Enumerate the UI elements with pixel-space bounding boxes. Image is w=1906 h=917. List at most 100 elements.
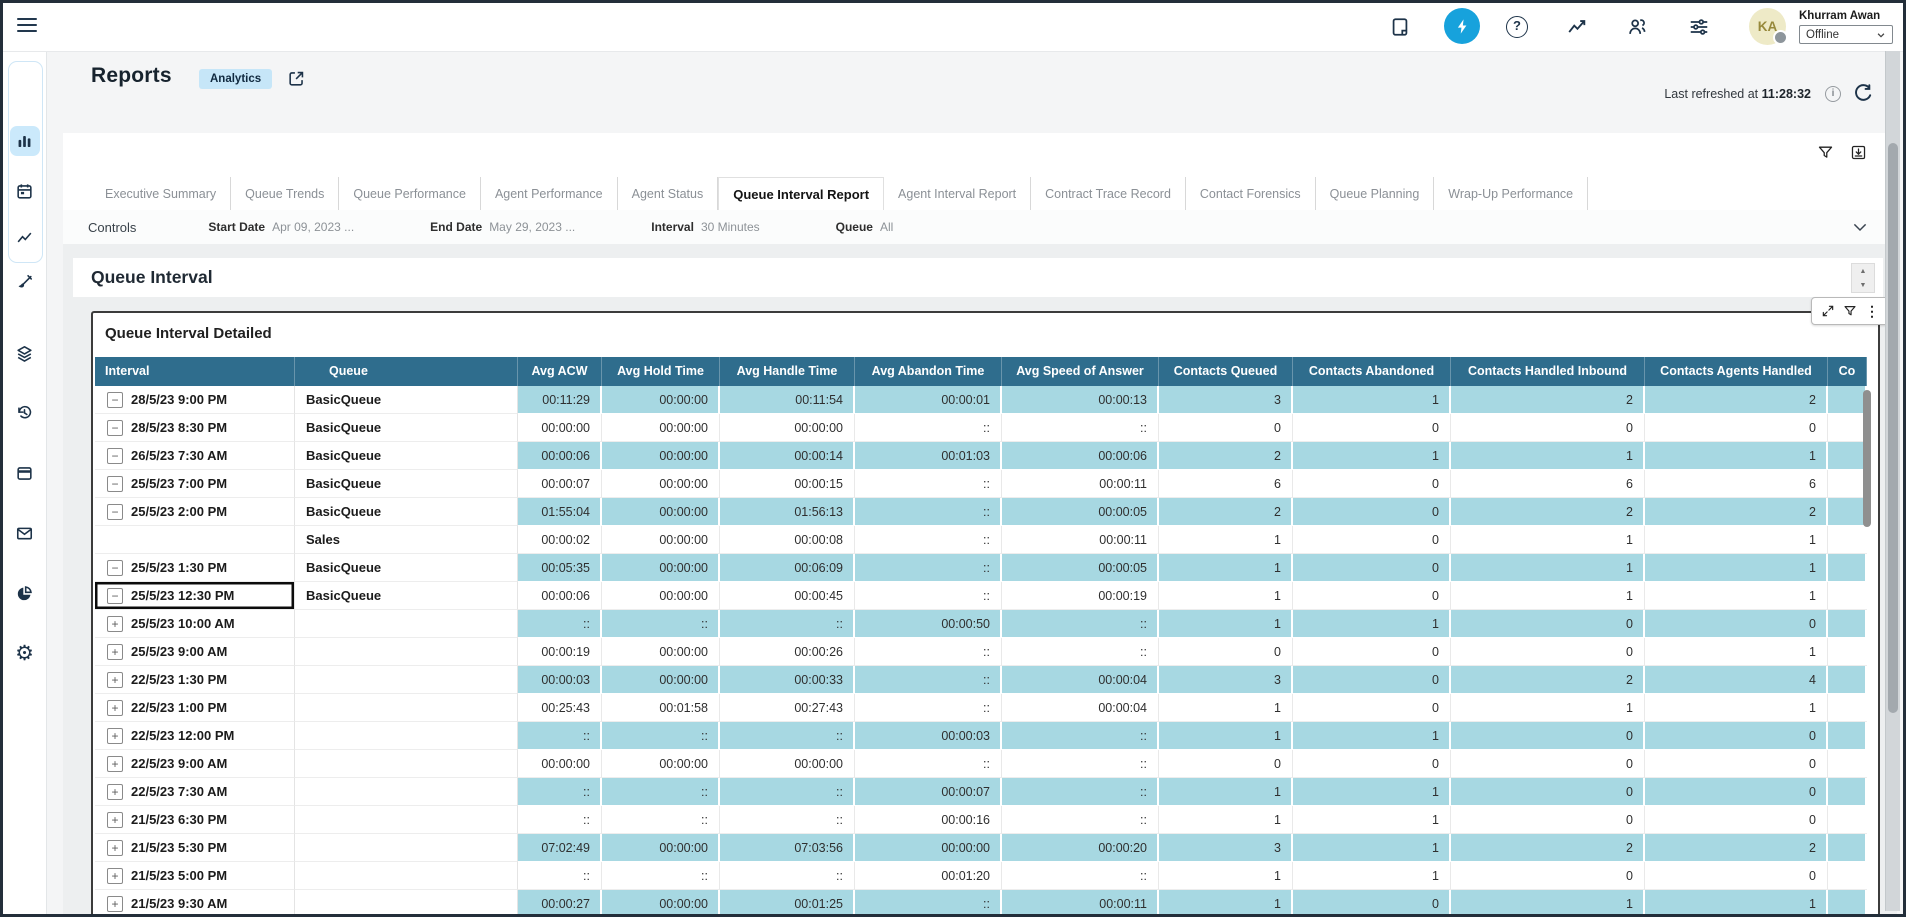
sidebar-item-pie-chart[interactable] [10, 578, 40, 608]
table-row[interactable]: −25/5/23 7:00 PMBasicQueue00:00:0700:00:… [95, 470, 1867, 498]
table-row[interactable]: −25/5/23 2:00 PMBasicQueue01:55:0400:00:… [95, 498, 1867, 526]
column-header-contacts-handled-inbound[interactable]: Contacts Handled Inbound [1451, 357, 1645, 386]
hamburger-menu-icon[interactable] [17, 18, 37, 34]
table-row[interactable]: −25/5/23 1:30 PMBasicQueue00:05:3500:00:… [95, 554, 1867, 582]
table-row[interactable]: +22/5/23 9:00 AM00:00:0000:00:0000:00:00… [95, 750, 1867, 778]
column-header-queue[interactable]: Queue [295, 357, 518, 386]
tab-queue-performance[interactable]: Queue Performance [339, 177, 481, 210]
notes-icon[interactable] [1389, 16, 1411, 38]
tab-agent-performance[interactable]: Agent Performance [481, 177, 618, 210]
expand-toggle-icon[interactable]: + [107, 812, 123, 828]
expand-toggle-icon[interactable]: + [107, 896, 123, 912]
expand-toggle-icon[interactable]: + [107, 784, 123, 800]
collapse-toggle-icon[interactable]: − [107, 448, 123, 464]
status-select[interactable]: Offline [1799, 25, 1893, 44]
column-header-avg-handle-time[interactable]: Avg Handle Time [720, 357, 855, 386]
column-header-contacts-agents-handled[interactable]: Contacts Agents Handled [1645, 357, 1828, 386]
table-row[interactable]: −25/5/23 12:30 PMBasicQueue00:00:0600:00… [95, 582, 1867, 610]
tab-agent-interval-report[interactable]: Agent Interval Report [884, 177, 1031, 210]
control-interval[interactable]: Interval30 Minutes [651, 220, 759, 234]
table-row[interactable]: +22/5/23 1:00 PM00:25:4300:01:5800:27:43… [95, 694, 1867, 722]
info-icon[interactable]: i [1825, 86, 1841, 102]
expand-toggle-icon[interactable]: + [107, 644, 123, 660]
control-queue[interactable]: QueueAll [836, 220, 894, 234]
sidebar-item-history[interactable] [10, 397, 40, 427]
flash-icon[interactable] [1444, 8, 1480, 44]
table-row[interactable]: −28/5/23 9:00 PMBasicQueue00:11:2900:00:… [95, 386, 1867, 414]
column-header-contacts-queued[interactable]: Contacts Queued [1159, 357, 1293, 386]
expand-toggle-icon[interactable]: + [107, 868, 123, 884]
preferences-icon[interactable] [1688, 16, 1710, 38]
interval-cell: +22/5/23 12:00 PM [95, 722, 295, 750]
table-row[interactable]: +22/5/23 7:30 AM::::::00:00:07::1100 [95, 778, 1867, 806]
focus-mode-icon[interactable] [1819, 300, 1837, 322]
sidebar-item-window[interactable] [10, 458, 40, 488]
collapse-toggle-icon[interactable]: − [107, 420, 123, 436]
table-row[interactable]: +22/5/23 1:30 PM00:00:0300:00:0000:00:33… [95, 666, 1867, 694]
sidebar-item-layers[interactable] [10, 338, 40, 368]
tab-contact-forensics[interactable]: Contact Forensics [1186, 177, 1316, 210]
filter-icon[interactable] [1817, 144, 1834, 161]
expand-toggle-icon[interactable]: + [107, 672, 123, 688]
tab-executive-summary[interactable]: Executive Summary [91, 177, 231, 210]
column-header-avg-hold-time[interactable]: Avg Hold Time [602, 357, 720, 386]
table-row[interactable]: −28/5/23 8:30 PMBasicQueue00:00:0000:00:… [95, 414, 1867, 442]
tab-wrap-up-performance[interactable]: Wrap-Up Performance [1434, 177, 1588, 210]
collapse-toggle-icon[interactable]: − [107, 560, 123, 576]
sidebar-item-calendar[interactable] [10, 176, 40, 206]
page-scrollbar-thumb[interactable] [1888, 143, 1898, 713]
visual-filter-icon[interactable] [1841, 300, 1859, 322]
tab-queue-interval-report[interactable]: Queue Interval Report [718, 177, 884, 211]
refresh-icon[interactable] [1852, 83, 1873, 104]
column-header-avg-speed-of-answer[interactable]: Avg Speed of Answer [1002, 357, 1159, 386]
table-row[interactable]: Sales00:00:0200:00:0000:00:08::00:00:111… [95, 526, 1867, 554]
sidebar-item-line-chart[interactable] [10, 222, 40, 252]
tab-contract-trace-record[interactable]: Contract Trace Record [1031, 177, 1186, 210]
collapse-toggle-icon[interactable]: − [107, 588, 123, 604]
expand-toggle-icon[interactable]: + [107, 728, 123, 744]
page-scrollbar[interactable] [1885, 51, 1900, 911]
trends-icon[interactable] [1566, 16, 1588, 38]
sidebar-item-mail[interactable] [10, 518, 40, 548]
column-header-avg-abandon-time[interactable]: Avg Abandon Time [855, 357, 1002, 386]
column-header-co[interactable]: Co [1828, 357, 1867, 386]
sidebar-item-bar-chart[interactable] [10, 126, 40, 156]
table-row[interactable]: +21/5/23 9:30 AM00:00:2700:00:0000:01:25… [95, 890, 1867, 917]
tab-queue-trends[interactable]: Queue Trends [231, 177, 339, 210]
control-end-date[interactable]: End DateMay 29, 2023 ... [430, 220, 575, 234]
open-external-icon[interactable] [287, 69, 306, 88]
table-row[interactable]: +25/5/23 9:00 AM00:00:1900:00:0000:00:26… [95, 638, 1867, 666]
spinner-down-icon[interactable]: ▼ [1852, 278, 1874, 292]
expand-toggle-icon[interactable]: + [107, 840, 123, 856]
expand-toggle-icon[interactable]: + [107, 700, 123, 716]
controls-collapse-icon[interactable] [1851, 218, 1869, 236]
value-cell: :: [855, 414, 1002, 442]
table-row[interactable]: +22/5/23 12:00 PM::::::00:00:03::1100 [95, 722, 1867, 750]
tab-queue-planning[interactable]: Queue Planning [1316, 177, 1435, 210]
collapse-toggle-icon[interactable]: − [107, 476, 123, 492]
table-row[interactable]: +21/5/23 6:30 PM::::::00:00:16::1100 [95, 806, 1867, 834]
collapse-toggle-icon[interactable]: − [107, 504, 123, 520]
sidebar-item-design-brush[interactable] [10, 267, 40, 297]
spinner-up-icon[interactable]: ▲ [1852, 264, 1874, 278]
column-header-avg-acw[interactable]: Avg ACW [518, 357, 602, 386]
value-cell: 00:00:06 [518, 582, 602, 610]
expand-toggle-icon[interactable]: + [107, 756, 123, 772]
table-scrollbar-thumb[interactable] [1863, 390, 1871, 527]
column-header-interval[interactable]: Interval [95, 357, 295, 386]
contacts-icon[interactable] [1626, 16, 1648, 38]
table-row[interactable]: +25/5/23 10:00 AM::::::00:00:50::1100 [95, 610, 1867, 638]
more-options-icon[interactable]: ⋮ [1863, 300, 1881, 322]
sidebar-item-settings-gear[interactable]: ⚙ [10, 638, 40, 668]
help-icon[interactable]: ? [1506, 16, 1528, 38]
collapse-toggle-icon[interactable]: − [107, 392, 123, 408]
control-start-date[interactable]: Start DateApr 09, 2023 ... [208, 220, 354, 234]
expand-toggle-icon[interactable]: + [107, 616, 123, 632]
avatar[interactable]: KA [1749, 8, 1786, 45]
table-row[interactable]: −26/5/23 7:30 AMBasicQueue00:00:0600:00:… [95, 442, 1867, 470]
table-row[interactable]: +21/5/23 5:00 PM::::::00:01:20::1100 [95, 862, 1867, 890]
tab-agent-status[interactable]: Agent Status [618, 177, 719, 210]
column-header-contacts-abandoned[interactable]: Contacts Abandoned [1293, 357, 1451, 386]
download-icon[interactable] [1850, 144, 1867, 161]
table-row[interactable]: +21/5/23 5:30 PM07:02:4900:00:0007:03:56… [95, 834, 1867, 862]
